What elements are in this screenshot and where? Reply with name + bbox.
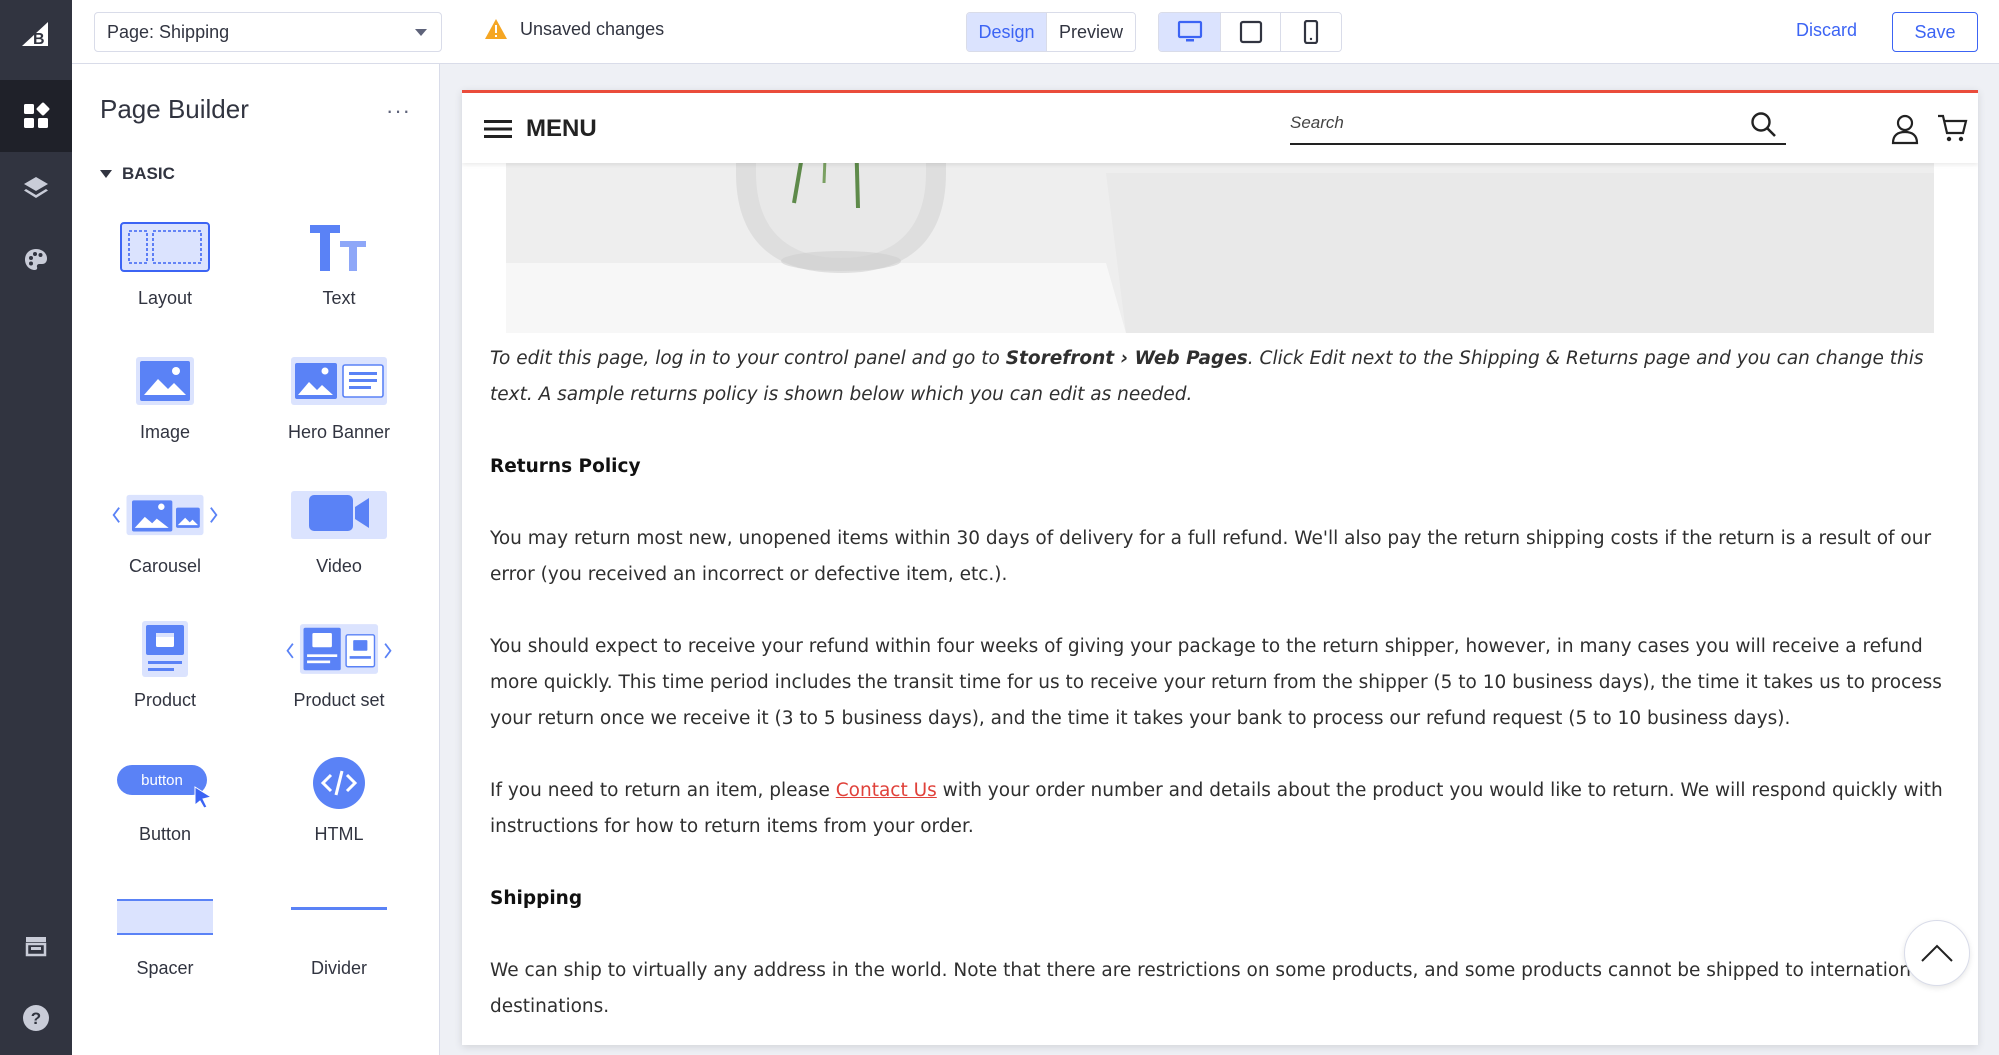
mobile-icon: [1303, 20, 1319, 44]
widget-label: Product: [133, 690, 197, 710]
tablet-icon: [1239, 20, 1262, 44]
logo-icon[interactable]: B: [18, 14, 54, 50]
svg-text:?: ?: [31, 1009, 41, 1028]
widget-product[interactable]: Product: [90, 616, 240, 726]
page-builder-panel: Page Builder ··· BASIC Layout Text Image…: [72, 64, 440, 1055]
widget-label: Button: [138, 824, 192, 844]
search-input[interactable]: [1290, 105, 1730, 141]
widget-image[interactable]: Image: [90, 348, 240, 458]
widget-label: Image: [139, 422, 191, 442]
shipping-paragraph-1: We can ship to virtually any address in …: [490, 960, 1928, 1017]
returns-paragraph-1: You may return most new, unopened items …: [490, 528, 1932, 585]
widget-hero-banner[interactable]: Hero Banner: [264, 348, 414, 458]
widget-label: Video: [316, 556, 362, 576]
account-icon[interactable]: [1890, 113, 1920, 150]
store-header: MENU: [462, 93, 1978, 163]
intro-bold-text: Storefront › Web Pages: [1005, 348, 1248, 369]
widgets-icon[interactable]: [0, 80, 72, 152]
more-options-button[interactable]: ···: [386, 98, 411, 124]
section-basic[interactable]: BASIC: [100, 164, 175, 184]
widget-label: Product set: [293, 690, 385, 710]
intro-paragraph: To edit this page, log in to your contro…: [490, 341, 1960, 413]
returns-p3-text: If you need to return an item, please: [490, 780, 836, 801]
help-icon[interactable]: ?: [0, 982, 72, 1054]
page-content: To edit this page, log in to your contro…: [490, 341, 1960, 1025]
widget-html[interactable]: HTML: [264, 750, 414, 860]
scroll-to-top-button[interactable]: [1904, 920, 1970, 986]
tab-design[interactable]: Design: [967, 13, 1047, 51]
widget-label: Divider: [310, 958, 367, 978]
top-bar: Page: Shipping Unsaved changes Design Pr…: [72, 0, 1999, 64]
chevron-up-icon: [1921, 944, 1953, 962]
text-icon: [284, 214, 394, 280]
hamburger-icon: [484, 120, 512, 138]
intro-text: To edit this page, log in to your contro…: [490, 348, 1006, 369]
hero-banner-icon: [284, 348, 394, 414]
save-button[interactable]: Save: [1892, 12, 1978, 52]
returns-paragraph-3: If you need to return an item, please Co…: [490, 773, 1960, 845]
shipping-heading: Shipping: [490, 888, 583, 909]
mode-toggle: Design Preview: [966, 12, 1136, 52]
widget-divider[interactable]: Divider: [264, 884, 414, 994]
layers-icon[interactable]: [0, 152, 72, 224]
widget-text[interactable]: Text: [264, 214, 414, 324]
widget-spacer[interactable]: Spacer: [90, 884, 240, 994]
desktop-view-button[interactable]: [1159, 13, 1221, 51]
cart-icon[interactable]: [1936, 113, 1968, 148]
spacer-icon: [110, 884, 220, 950]
menu-label: MENU: [526, 115, 597, 142]
video-icon: [284, 482, 394, 548]
button-widget-sample: button: [141, 772, 183, 789]
page-select[interactable]: Page: Shipping: [94, 12, 442, 52]
warning-icon: [485, 19, 507, 39]
unsaved-indicator: Unsaved changes: [484, 18, 664, 40]
returns-paragraph-2: You should expect to receive your refund…: [490, 636, 1942, 729]
layout-icon: [110, 214, 220, 280]
widget-product-set[interactable]: Product set: [264, 616, 414, 726]
panel-title: Page Builder: [100, 94, 249, 124]
button-widget-icon: button: [110, 750, 220, 816]
desktop-icon: [1177, 20, 1202, 42]
mobile-view-button[interactable]: [1281, 13, 1341, 51]
device-toggle: [1158, 12, 1342, 52]
code-icon: [284, 750, 394, 816]
storefront-icon[interactable]: [0, 910, 72, 982]
widget-label: Spacer: [136, 958, 194, 978]
widget-label: HTML: [314, 824, 364, 844]
discard-button[interactable]: Discard: [1796, 20, 1857, 41]
collapse-caret-icon: [100, 170, 112, 178]
tab-preview[interactable]: Preview: [1047, 13, 1135, 51]
widget-label: Hero Banner: [287, 422, 391, 442]
returns-heading: Returns Policy: [490, 456, 641, 477]
page-select-value: Page: Shipping: [107, 21, 230, 42]
widget-video[interactable]: Video: [264, 482, 414, 592]
search-icon[interactable]: [1750, 111, 1778, 144]
product-set-icon: [284, 616, 394, 682]
widget-label: Carousel: [128, 556, 202, 576]
widget-button[interactable]: button Button: [90, 750, 240, 860]
widget-label: Text: [322, 288, 356, 308]
unsaved-label: Unsaved changes: [520, 18, 665, 39]
chevron-down-icon: [415, 29, 427, 36]
carousel-icon: [110, 482, 220, 548]
widget-carousel[interactable]: Carousel: [90, 482, 240, 592]
menu-button[interactable]: MENU: [484, 115, 597, 143]
section-label: BASIC: [122, 164, 175, 183]
widget-label: Layout: [137, 288, 193, 308]
widget-layout[interactable]: Layout: [90, 214, 240, 324]
image-icon: [110, 348, 220, 414]
hero-image: [506, 133, 1934, 333]
product-icon: [110, 616, 220, 682]
contact-us-link[interactable]: Contact Us: [836, 780, 937, 801]
left-rail: B ?: [0, 0, 72, 1055]
divider-icon: [284, 884, 394, 950]
store-search: [1290, 105, 1786, 145]
storefront-canvas: MENU Search To edit this page, log in to…: [462, 90, 1978, 1045]
tablet-view-button[interactable]: [1221, 13, 1281, 51]
palette-icon[interactable]: [0, 224, 72, 296]
svg-text:B: B: [33, 31, 45, 48]
